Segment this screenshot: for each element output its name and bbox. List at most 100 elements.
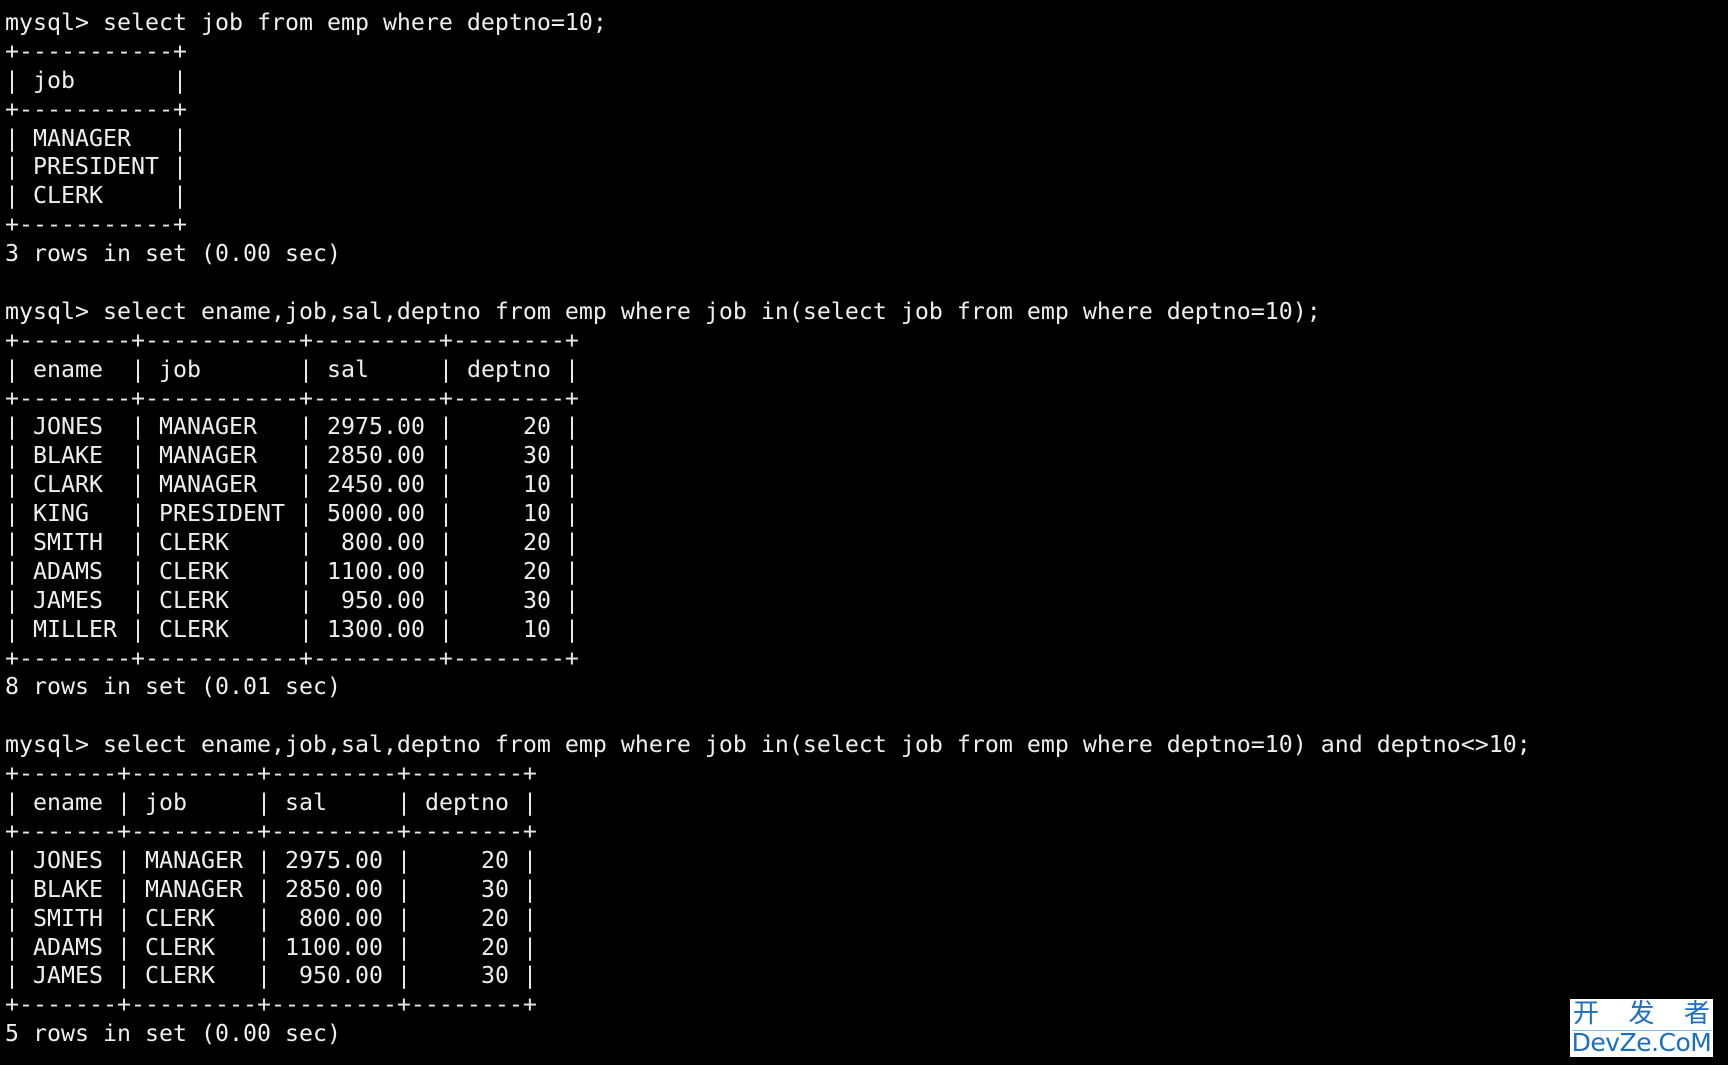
table-border: +--------+-----------+---------+--------…: [5, 326, 579, 354]
column-header-ename: ename: [33, 355, 117, 383]
result-table: +-----------+ | job | +-----------+ | MANAG…: [5, 38, 1725, 240]
table-cell-deptno: 30: [424, 875, 509, 903]
table-border: +-----------+: [5, 37, 187, 65]
watermark-char: 发: [1628, 999, 1655, 1029]
table-cell-job: CLERK: [159, 529, 285, 557]
table-cell-job: MANAGER: [33, 124, 159, 152]
table-cell-ename: JAMES: [33, 962, 103, 990]
table-cell-ename: KING: [33, 500, 117, 528]
result-table: +-------+---------+---------+--------+ | …: [5, 760, 1725, 1020]
table-row: | KING | PRESIDENT | 5000.00 | 10 |: [5, 500, 579, 528]
mysql-prompt: mysql>: [5, 297, 103, 325]
table-cell-job: CLERK: [159, 586, 285, 614]
watermark-latin-text: DevZe.CoM: [1571, 1028, 1712, 1057]
column-header-job: job: [33, 66, 159, 94]
table-row: | CLERK |: [5, 182, 187, 210]
table-cell-sal: 1100.00: [284, 933, 383, 961]
table-cell-deptno: 20: [466, 529, 551, 557]
table-cell-ename: SMITH: [33, 904, 103, 932]
table-row: | SMITH | CLERK | 800.00 | 20 |: [5, 529, 579, 557]
table-cell-sal: 950.00: [326, 586, 425, 614]
result-summary: 5 rows in set (0.00 sec): [5, 1020, 341, 1048]
table-row: | BLAKE | MANAGER | 2850.00 | 30 |: [5, 875, 537, 903]
table-cell-job: PRESIDENT: [33, 153, 159, 181]
table-cell-job: MANAGER: [159, 471, 285, 499]
table-cell-sal: 800.00: [284, 904, 383, 932]
table-cell-deptno: 20: [424, 933, 509, 961]
table-border: +-------+---------+---------+--------+: [5, 760, 537, 788]
watermark-chinese-text: 开 发 者: [1570, 999, 1713, 1029]
table-cell-deptno: 30: [424, 962, 509, 990]
column-header-sal: sal: [284, 789, 383, 817]
table-cell-sal: 800.00: [326, 529, 425, 557]
table-cell-sal: 2850.00: [326, 442, 425, 470]
table-cell-sal: 1100.00: [326, 557, 425, 585]
table-cell-sal: 2850.00: [284, 875, 383, 903]
terminal-output[interactable]: mysql> select job from emp where deptno=…: [5, 9, 1725, 1059]
mysql-prompt: mysql>: [5, 731, 103, 759]
table-cell-deptno: 20: [466, 413, 551, 441]
table-cell-job: CLERK: [33, 182, 159, 210]
table-cell-deptno: 30: [466, 442, 551, 470]
table-row: | CLARK | MANAGER | 2450.00 | 10 |: [5, 471, 579, 499]
table-header-row: | ename | job | sal | deptno |: [5, 355, 579, 383]
table-border: +--------+-----------+---------+--------…: [5, 384, 579, 412]
table-cell-ename: ADAMS: [33, 557, 117, 585]
table-cell-ename: BLAKE: [33, 875, 103, 903]
sql-command[interactable]: select ename,job,sal,deptno from emp whe…: [103, 731, 1531, 758]
table-row: | JONES | MANAGER | 2975.00 | 20 |: [5, 846, 537, 874]
table-row: | SMITH | CLERK | 800.00 | 20 |: [5, 904, 537, 932]
column-header-job: job: [145, 789, 243, 817]
watermark-char: 者: [1683, 999, 1710, 1029]
table-cell-ename: JONES: [33, 413, 117, 441]
table-cell-job: CLERK: [145, 904, 243, 932]
command-line[interactable]: mysql> select job from emp where deptno=…: [5, 9, 1725, 38]
table-row: | ADAMS | CLERK | 1100.00 | 20 |: [5, 933, 537, 961]
table-cell-deptno: 20: [424, 846, 509, 874]
table-cell-job: MANAGER: [145, 875, 243, 903]
table-row: | ADAMS | CLERK | 1100.00 | 20 |: [5, 557, 579, 585]
table-cell-job: MANAGER: [145, 846, 243, 874]
table-cell-ename: MILLER: [33, 615, 117, 643]
table-border: +-------+---------+---------+--------+: [5, 991, 537, 1019]
table-cell-ename: ADAMS: [33, 933, 103, 961]
table-cell-ename: SMITH: [33, 529, 117, 557]
table-row: | PRESIDENT |: [5, 153, 187, 181]
table-header-row: | ename | job | sal | deptno |: [5, 789, 537, 817]
sql-command[interactable]: select ename,job,sal,deptno from emp whe…: [103, 298, 1321, 325]
table-cell-deptno: 10: [466, 615, 551, 643]
table-cell-deptno: 30: [466, 586, 551, 614]
table-cell-sal: 2975.00: [284, 846, 383, 874]
table-cell-ename: JAMES: [33, 586, 117, 614]
table-cell-job: CLERK: [145, 962, 243, 990]
table-cell-job: PRESIDENT: [159, 500, 285, 528]
table-cell-job: CLERK: [145, 933, 243, 961]
table-cell-deptno: 20: [466, 557, 551, 585]
devze-watermark-logo: 开 发 者 DevZe.CoM: [1570, 999, 1713, 1057]
sql-command[interactable]: select job from emp where deptno=10;: [103, 9, 607, 36]
column-header-job: job: [159, 355, 285, 383]
table-cell-sal: 2450.00: [326, 471, 425, 499]
table-border: +-----------+: [5, 95, 187, 123]
table-cell-deptno: 20: [424, 904, 509, 932]
table-cell-deptno: 10: [466, 471, 551, 499]
table-row: | JAMES | CLERK | 950.00 | 30 |: [5, 586, 579, 614]
table-cell-job: MANAGER: [159, 442, 285, 470]
table-cell-sal: 1300.00: [326, 615, 425, 643]
mysql-prompt: mysql>: [5, 9, 103, 36]
table-row: | JONES | MANAGER | 2975.00 | 20 |: [5, 413, 579, 441]
table-row: | MANAGER |: [5, 124, 187, 152]
table-cell-job: MANAGER: [159, 413, 285, 441]
column-header-deptno: deptno: [466, 355, 551, 383]
command-line[interactable]: mysql> select ename,job,sal,deptno from …: [5, 298, 1725, 327]
table-border: +--------+-----------+---------+--------…: [5, 644, 579, 672]
command-line[interactable]: mysql> select ename,job,sal,deptno from …: [5, 731, 1725, 760]
table-row: | JAMES | CLERK | 950.00 | 30 |: [5, 962, 537, 990]
column-header-deptno: deptno: [424, 789, 509, 817]
table-cell-ename: CLARK: [33, 471, 117, 499]
table-cell-sal: 2975.00: [326, 413, 425, 441]
table-cell-job: CLERK: [159, 615, 285, 643]
result-summary: 8 rows in set (0.01 sec): [5, 673, 341, 701]
